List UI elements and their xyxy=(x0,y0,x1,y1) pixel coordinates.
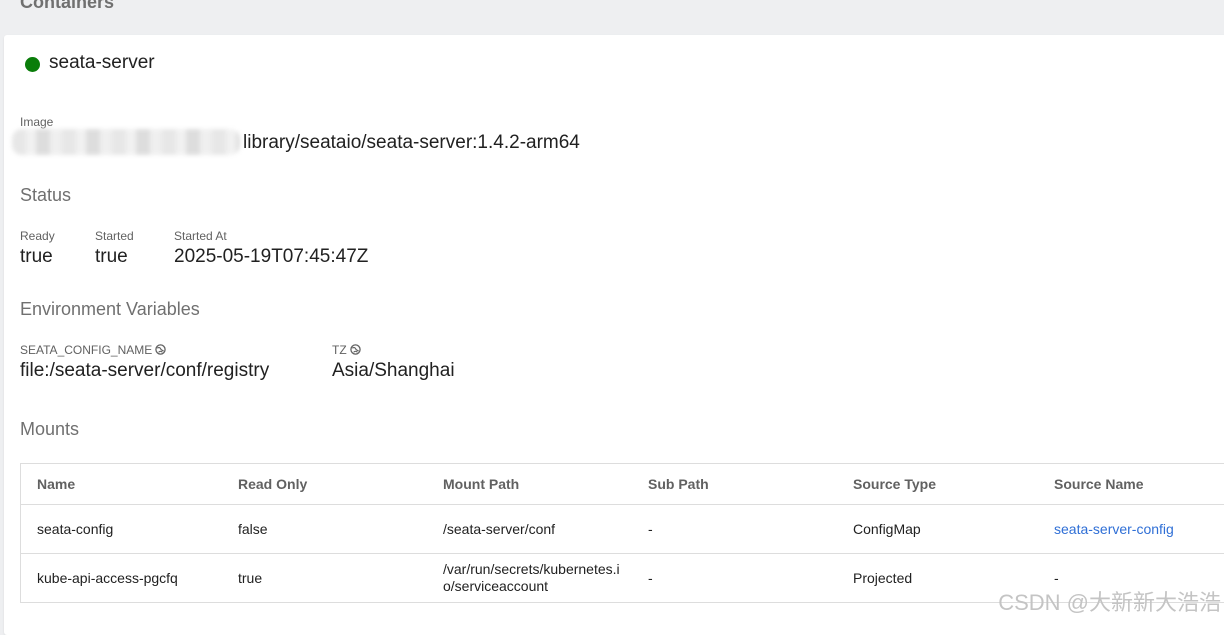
cell-name: seata-config xyxy=(21,505,223,554)
cell-mount-path: /var/run/secrets/kubernetes.io/serviceac… xyxy=(427,554,632,603)
started-at-label: Started At xyxy=(174,229,227,243)
cell-read-only: true xyxy=(222,554,427,603)
env-var-name-text: SEATA_CONFIG_NAME xyxy=(20,343,152,357)
column-header-read-only[interactable]: Read Only xyxy=(222,464,427,505)
cell-sub-path: - xyxy=(632,554,837,603)
cell-source-name: seata-server-config xyxy=(1038,505,1224,554)
started-label: Started xyxy=(95,229,134,243)
started-at-value: 2025-05-19T07:45:47Z xyxy=(174,246,368,268)
cell-name: kube-api-access-pgcfq xyxy=(21,554,223,603)
image-value: library/seataio/seata-server:1.4.2-arm64 xyxy=(243,132,580,154)
env-var-name-text: TZ xyxy=(332,343,347,357)
mounts-heading: Mounts xyxy=(20,419,79,440)
column-header-name[interactable]: Name xyxy=(21,464,223,505)
mounts-table: Name Read Only Mount Path Sub Path Sourc… xyxy=(20,463,1224,603)
image-label: Image xyxy=(20,115,53,129)
column-header-source-type[interactable]: Source Type xyxy=(837,464,1038,505)
globe-icon xyxy=(155,344,166,355)
column-header-sub-path[interactable]: Sub Path xyxy=(632,464,837,505)
section-title: Containers xyxy=(20,0,114,13)
started-value: true xyxy=(95,246,128,268)
status-dot xyxy=(25,57,40,72)
table-row: seata-config false /seata-server/conf - … xyxy=(21,505,1224,554)
ready-value: true xyxy=(20,246,53,268)
env-var-name: TZ xyxy=(332,343,361,357)
env-var-value: file:/seata-server/conf/registry xyxy=(20,360,269,382)
env-var-name: SEATA_CONFIG_NAME xyxy=(20,343,166,357)
cell-mount-path: /seata-server/conf xyxy=(427,505,632,554)
source-name-link[interactable]: seata-server-config xyxy=(1054,521,1174,537)
table-header-row: Name Read Only Mount Path Sub Path Sourc… xyxy=(21,464,1224,505)
env-heading: Environment Variables xyxy=(20,299,200,320)
watermark: CSDN @大新新大浩浩 xyxy=(998,585,1221,617)
column-header-source-name[interactable]: Source Name xyxy=(1038,464,1224,505)
container-card: seata-server Image library/seataio/seata… xyxy=(4,35,1224,635)
redacted-registry xyxy=(12,129,240,155)
env-var-value: Asia/Shanghai xyxy=(332,360,455,382)
cell-source-type: ConfigMap xyxy=(837,505,1038,554)
ready-label: Ready xyxy=(20,229,55,243)
status-heading: Status xyxy=(20,185,71,206)
mount-path-text: /var/run/secrets/kubernetes.io/serviceac… xyxy=(443,561,631,595)
column-header-mount-path[interactable]: Mount Path xyxy=(427,464,632,505)
container-name: seata-server xyxy=(49,52,155,74)
cell-sub-path: - xyxy=(632,505,837,554)
globe-icon xyxy=(350,344,361,355)
cell-read-only: false xyxy=(222,505,427,554)
